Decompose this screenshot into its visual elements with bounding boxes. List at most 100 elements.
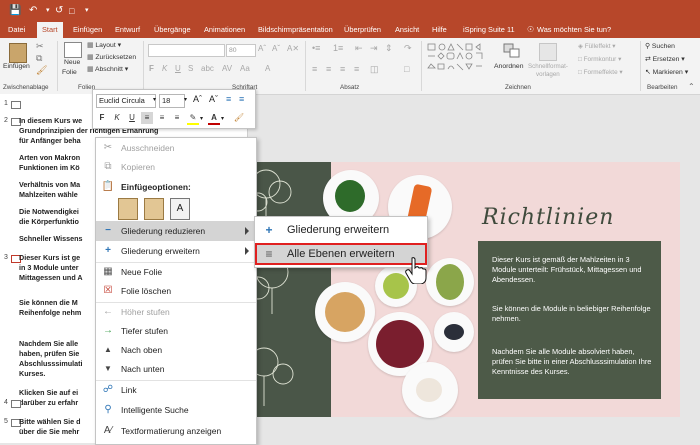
menu-item-expand-outline[interactable]: + Gliederung erweitern (96, 241, 256, 261)
bold-icon[interactable]: F (149, 64, 154, 73)
quick-styles-icon[interactable] (539, 43, 557, 61)
menu-item-collapse-outline[interactable]: − Gliederung reduzieren (96, 221, 256, 241)
new-slide-label[interactable]: Neue (64, 59, 80, 66)
align-center-icon[interactable]: ≡ (156, 112, 168, 124)
shrink-font-icon[interactable]: Aˇ (272, 44, 280, 53)
tab-hilfe[interactable]: Hilfe (432, 22, 447, 38)
italic-button[interactable]: K (111, 112, 123, 124)
replace-button[interactable]: ⇄ Ersetzen ▾ (645, 55, 685, 63)
justify-icon[interactable]: ≡ (354, 64, 359, 74)
collapse-ribbon-icon[interactable]: ⌃ (688, 82, 695, 91)
font-name-field[interactable] (148, 44, 225, 57)
tab-animationen[interactable]: Animationen (204, 22, 245, 38)
tab-uebergaenge[interactable]: Übergänge (154, 22, 191, 38)
menu-item-copy[interactable]: ⧉ Kopieren (96, 157, 256, 177)
grow-font-icon[interactable]: Aˆ (193, 94, 202, 104)
layout-button[interactable]: ▦ Layout ▾ (87, 41, 121, 49)
menu-item-delete-slide[interactable]: ☒ Folie löschen (96, 281, 256, 301)
tab-start[interactable]: Start (37, 22, 63, 38)
tab-ueberpruefen[interactable]: Überprüfen (344, 22, 381, 38)
chevron-down-icon[interactable]: ▾ (184, 96, 187, 103)
mini-font-name[interactable]: Euclid Circula (96, 94, 156, 108)
paste-button-label[interactable]: Einfügen (3, 63, 30, 70)
chevron-down-icon[interactable]: ▾ (221, 115, 224, 122)
tell-me-search[interactable]: Was möchten Sie tun? (537, 22, 611, 38)
numbering-icon[interactable]: ≡ (239, 94, 244, 104)
shrink-font-icon[interactable]: Aˇ (209, 94, 218, 104)
cut-icon[interactable]: ✂ (36, 41, 44, 52)
arrange-icon[interactable] (503, 43, 521, 59)
bullets-icon[interactable]: •≡ (312, 43, 320, 53)
chevron-down-icon[interactable]: ▾ (200, 115, 203, 122)
paste-keep-formatting-icon[interactable] (118, 198, 138, 220)
paste-merge-formatting-icon[interactable] (144, 198, 164, 220)
line-spacing-icon[interactable]: ⇕ (385, 43, 393, 54)
redo-icon[interactable]: ↺ (55, 0, 63, 22)
submenu-item-expand-outline[interactable]: + Gliederung erweitern (255, 219, 427, 241)
align-left-icon[interactable]: ≡ (312, 64, 317, 74)
slide-thumbnail-icon[interactable] (11, 400, 21, 408)
find-button[interactable]: ⚲ Suchen (645, 42, 675, 50)
quick-styles-label-2[interactable]: vorlagen (536, 71, 560, 78)
numbering-icon[interactable]: 1≡ (333, 43, 343, 53)
font-color-icon[interactable]: A (265, 64, 270, 73)
font-size-field[interactable]: 80 (226, 44, 256, 57)
menu-item-promote[interactable]: ← Höher stufen (96, 302, 256, 322)
format-painter-icon[interactable]: 🖌 (36, 65, 47, 76)
char-spacing-icon[interactable]: AV (222, 64, 232, 73)
underline-button[interactable]: U (126, 112, 138, 124)
undo-icon[interactable]: ↶ (29, 0, 37, 22)
customize-toolbar-icon[interactable]: ▾ (85, 0, 89, 22)
quick-styles-label[interactable]: Schnellformat- (528, 63, 568, 70)
menu-item-link[interactable]: ☍ Link (96, 380, 256, 400)
menu-item-move-down[interactable]: ▼ Nach unten (96, 359, 256, 379)
paste-icon[interactable] (9, 43, 27, 63)
align-right-icon[interactable]: ≡ (171, 112, 183, 124)
bold-button[interactable]: F (96, 112, 108, 124)
tab-ansicht[interactable]: Ansicht (395, 22, 419, 38)
align-center-icon[interactable]: ≡ (326, 64, 331, 74)
underline-icon[interactable]: U (175, 64, 181, 73)
tab-ispring[interactable]: iSpring Suite 11 (463, 22, 515, 38)
shape-fill-button[interactable]: ◈ Fülleffekt ▾ (578, 42, 616, 50)
save-icon[interactable]: 💾 (9, 0, 21, 22)
tab-datei[interactable]: Datei (8, 22, 25, 38)
align-left-icon[interactable]: ≡ (141, 112, 153, 124)
text-direction-icon[interactable]: ↷ (404, 43, 412, 54)
tab-einfuegen[interactable]: Einfügen (73, 22, 102, 38)
shape-effects-button[interactable]: □ Formeffekte ▾ (578, 68, 623, 76)
menu-item-cut[interactable]: ✂ Ausschneiden (96, 138, 256, 158)
columns-icon[interactable]: ◫ (370, 64, 379, 75)
menu-item-show-formatting[interactable]: A⁄ Textformatierung anzeigen (96, 421, 256, 441)
reset-button[interactable]: ▦ Zurücksetzen (87, 53, 136, 61)
dropdown-icon[interactable]: ▾ (46, 0, 50, 22)
select-button[interactable]: ↖ Markieren ▾ (645, 68, 688, 76)
italic-icon[interactable]: K (162, 64, 167, 73)
tab-entwurf[interactable]: Entwurf (115, 22, 140, 38)
chevron-down-icon[interactable]: ▾ (153, 96, 156, 103)
mini-font-size[interactable]: 18 (159, 94, 185, 108)
tab-bildschirmpraesentation[interactable]: Bildschirmpräsentation (258, 22, 333, 38)
arrange-label[interactable]: Anordnen (494, 63, 523, 70)
slide-text-box[interactable]: Dieser Kurs ist gemäß der Mahlzeiten in … (478, 241, 661, 399)
new-slide-label-2[interactable]: Folie (62, 69, 77, 76)
shadow-icon[interactable]: S (188, 64, 193, 73)
copy-icon[interactable]: ⧉ (36, 53, 42, 64)
grow-font-icon[interactable]: Aˆ (258, 44, 266, 53)
menu-item-new-slide[interactable]: ▦ Neue Folie (96, 262, 256, 282)
smartart-icon[interactable]: □ (404, 64, 409, 74)
start-from-beginning-icon[interactable]: □ (69, 0, 74, 22)
menu-item-demote[interactable]: → Tiefer stufen (96, 321, 256, 341)
bullets-icon[interactable]: ≡ (226, 94, 231, 104)
menu-item-move-up[interactable]: ▲ Nach oben (96, 340, 256, 360)
shape-outline-button[interactable]: □ Formkontur ▾ (578, 55, 621, 63)
change-case-icon[interactable]: Aa (240, 64, 250, 73)
decrease-indent-icon[interactable]: ⇤ (355, 43, 363, 54)
slide-thumbnail-icon[interactable] (11, 101, 21, 109)
increase-indent-icon[interactable]: ⇥ (370, 43, 378, 54)
slide-title[interactable]: Richtlinien (482, 205, 614, 230)
strikethrough-icon[interactable]: abc (201, 64, 214, 73)
menu-item-smart-lookup[interactable]: ⚲ Intelligente Suche (96, 400, 256, 420)
section-button[interactable]: ▦ Abschnitt ▾ (87, 65, 128, 73)
new-slide-icon[interactable] (64, 42, 82, 58)
